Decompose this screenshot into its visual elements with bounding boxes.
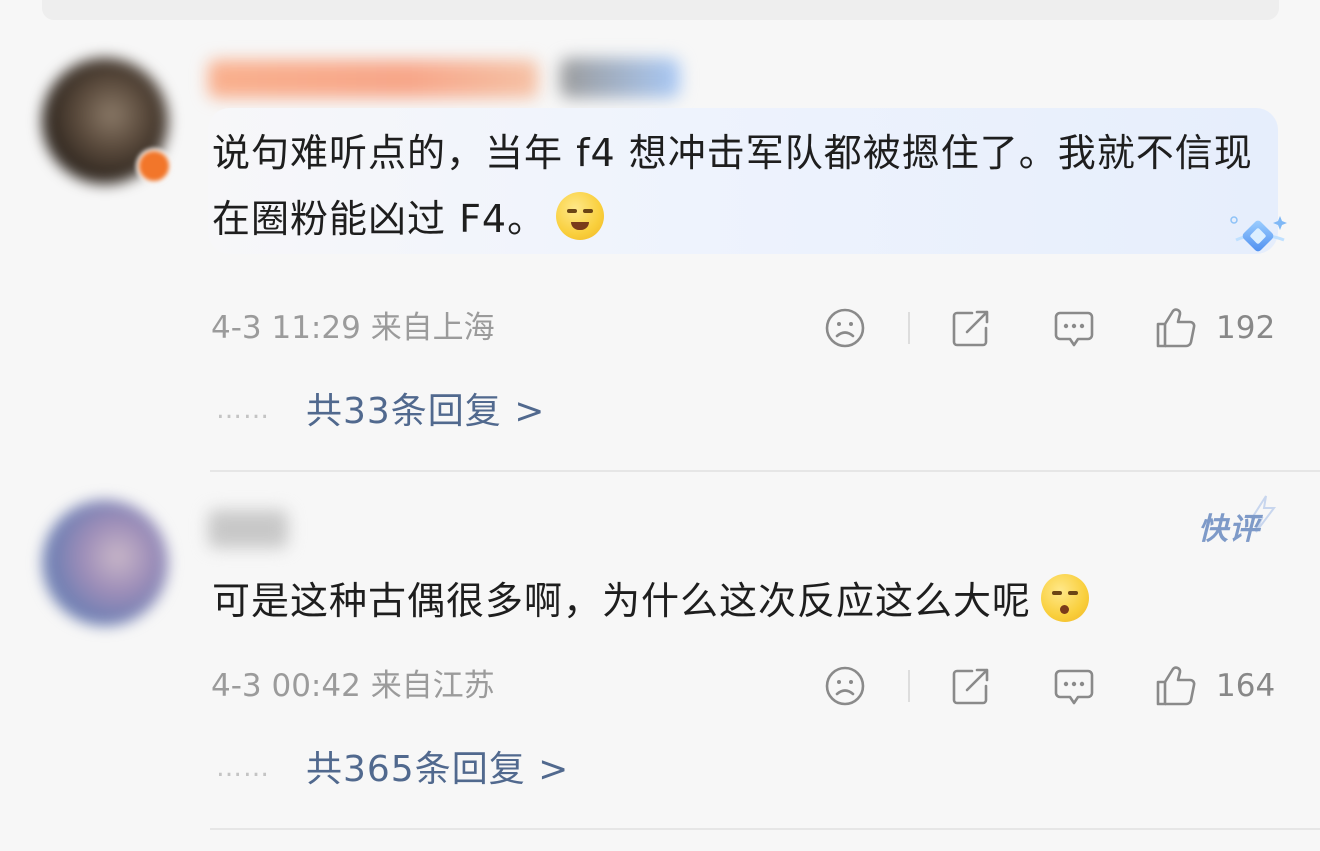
- thumbs-up-icon: [1156, 308, 1196, 348]
- user-badge-icon: [136, 148, 172, 184]
- laugh-cry-emoji-icon: [556, 192, 605, 240]
- like-button[interactable]: 192: [1154, 304, 1275, 352]
- comment-icon: [1054, 311, 1094, 347]
- avatar[interactable]: [42, 500, 168, 626]
- comment-button[interactable]: [1052, 662, 1096, 710]
- sad-face-icon: [825, 666, 865, 706]
- view-replies-link[interactable]: 共33条回复 >: [306, 388, 545, 436]
- comment-text: 可是这种古偶很多啊，为什么这次反应这么大呢: [212, 568, 1262, 634]
- share-button[interactable]: [950, 304, 992, 352]
- dislike-button[interactable]: [824, 304, 866, 352]
- like-count: 164: [1216, 668, 1276, 704]
- timestamp: 4-3 00:42: [211, 668, 361, 704]
- thumbs-up-icon: [1156, 666, 1196, 706]
- location: 来自上海: [370, 310, 495, 346]
- view-replies-link[interactable]: 共365条回复 >: [306, 746, 569, 794]
- comment-meta: 4-3 11:29 来自上海: [211, 306, 495, 350]
- comment-actions: 164: [820, 662, 1280, 710]
- like-button[interactable]: 164: [1154, 662, 1275, 710]
- like-count: 192: [1216, 310, 1276, 346]
- share-icon: [952, 668, 989, 705]
- comment-icon: [1054, 669, 1094, 705]
- action-divider: [908, 670, 910, 702]
- comment-text: 说句难听点的，当年 f4 想冲击军队都被摁住了。我就不信现在圈粉能凶过 F4。: [212, 131, 1253, 241]
- comment-divider: [210, 470, 1320, 472]
- reply-dots: ……: [216, 753, 270, 783]
- comment-meta: 4-3 00:42 来自江苏: [211, 664, 495, 708]
- username-blurred[interactable]: [208, 510, 288, 548]
- share-icon: [952, 310, 989, 347]
- timestamp: 4-3 11:29: [211, 310, 361, 346]
- comment-divider: [210, 828, 1320, 830]
- shush-emoji-icon: [1041, 574, 1090, 622]
- comment-button[interactable]: [1052, 304, 1096, 352]
- action-divider: [908, 312, 910, 344]
- previous-item-edge: [42, 0, 1279, 20]
- comment-actions: 192: [820, 304, 1280, 352]
- user-tag-blurred: [560, 58, 680, 98]
- dislike-button[interactable]: [824, 662, 866, 710]
- sad-face-icon: [825, 308, 865, 348]
- reply-dots: ……: [216, 395, 270, 425]
- quick-comment-badge: 快评: [1198, 512, 1260, 547]
- share-button[interactable]: [950, 662, 992, 710]
- username-blurred[interactable]: [208, 60, 538, 98]
- location: 来自江苏: [370, 668, 495, 704]
